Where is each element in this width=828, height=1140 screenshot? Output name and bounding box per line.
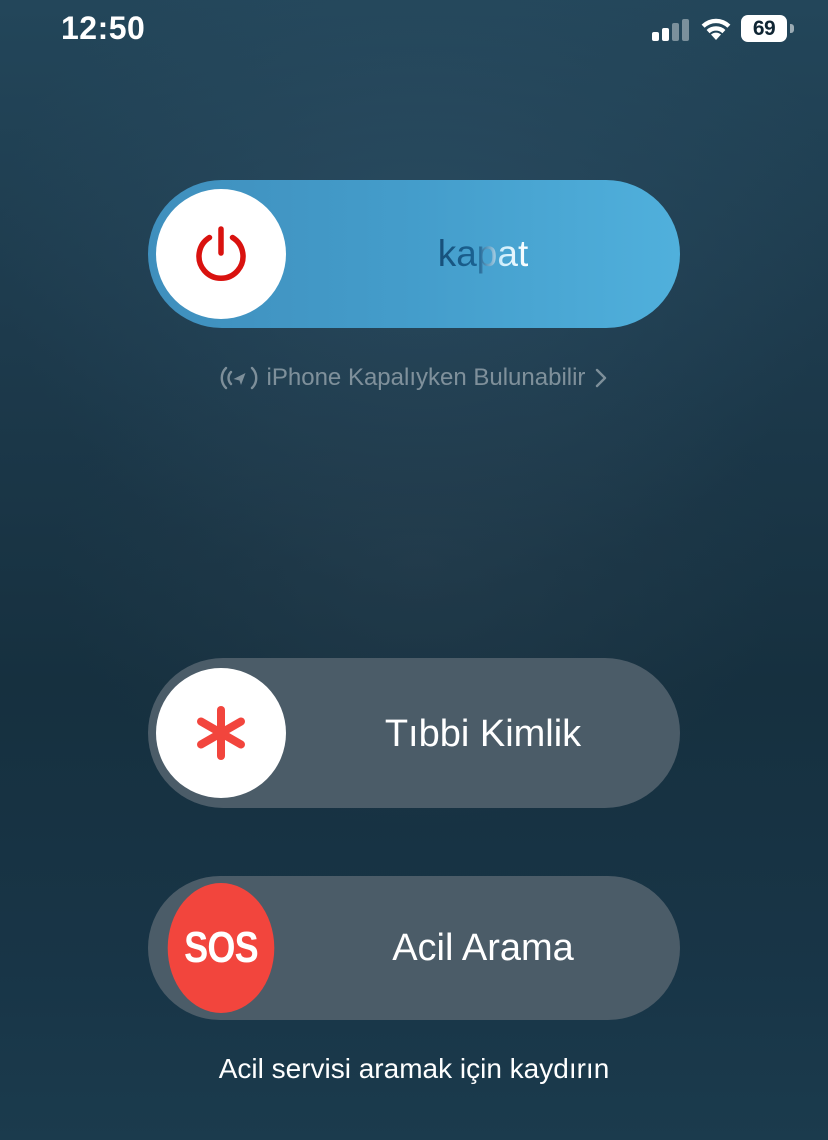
power-off-label: kapat bbox=[437, 233, 529, 274]
status-bar: 12:50 69 bbox=[0, 0, 828, 60]
emergency-call-label: Acil Arama bbox=[392, 927, 574, 969]
chevron-right-icon bbox=[596, 368, 607, 388]
medical-asterisk-icon bbox=[197, 706, 245, 760]
find-my-link[interactable]: iPhone Kapalıyken Bulunabilir bbox=[0, 362, 828, 400]
find-my-inner[interactable]: iPhone Kapalıyken Bulunabilir bbox=[217, 362, 612, 394]
medical-id-knob[interactable] bbox=[156, 668, 286, 798]
status-time: 12:50 bbox=[61, 10, 146, 46]
wifi-icon bbox=[701, 18, 731, 40]
medical-id-slider[interactable]: Tıbbi Kimlik bbox=[148, 658, 680, 808]
find-my-broadcast-icon bbox=[220, 366, 257, 390]
emergency-sos-slider[interactable]: SOS Acil Arama bbox=[148, 876, 680, 1020]
emergency-hint: Acil servisi aramak için kaydırın bbox=[218, 1053, 610, 1084]
power-off-label-wrap: kapat bbox=[286, 233, 680, 275]
battery-level: 69 bbox=[752, 17, 776, 40]
medical-id-label: Tıbbi Kimlik bbox=[384, 713, 582, 755]
cellular-signal-icon bbox=[652, 19, 689, 41]
battery-tip bbox=[790, 24, 794, 33]
sos-knob[interactable]: SOS bbox=[167, 883, 275, 1013]
power-icon bbox=[196, 226, 246, 281]
battery-icon: 69 bbox=[741, 15, 794, 42]
find-my-text: iPhone Kapalıyken Bulunabilir bbox=[266, 364, 586, 391]
power-off-knob[interactable] bbox=[156, 189, 286, 319]
power-off-slider[interactable]: kapat bbox=[148, 180, 680, 328]
